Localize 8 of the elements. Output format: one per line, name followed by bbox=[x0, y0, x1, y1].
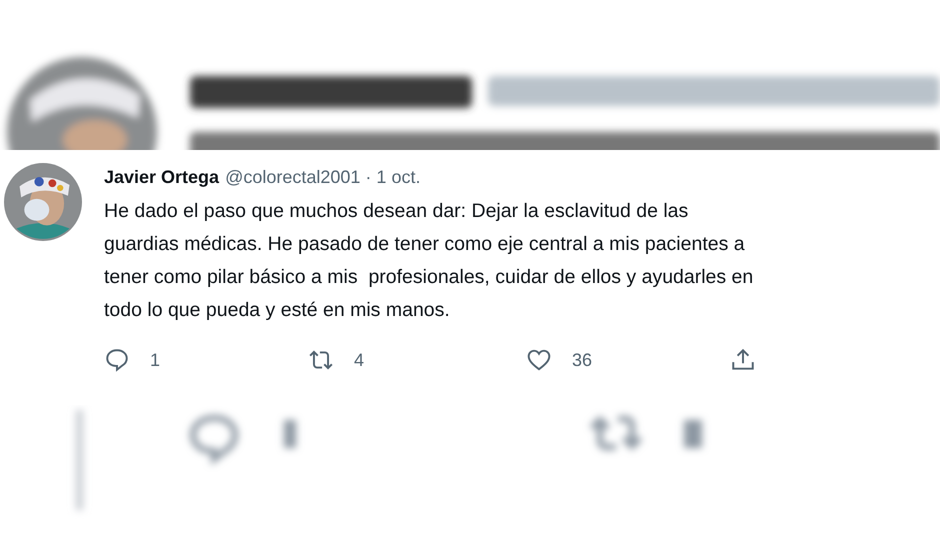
action-count: 1 bbox=[150, 350, 160, 370]
author-handle: @colorectal2001 · 1 oct. bbox=[225, 167, 420, 188]
author-name: Javier Ortega bbox=[104, 167, 220, 188]
action-count: 36 bbox=[572, 350, 592, 370]
tweet-text: He dado el paso que muchos desean dar: Dejar la esclavitud de las guardias médicas. He pasado de tener como eje central a mis pacientes a tener como pilar básico a mis profesionales, cuidar de ellos y ayudarles en todo lo que pueda y esté en mis manos. bbox=[104, 199, 754, 323]
heart-icon[interactable] bbox=[526, 347, 552, 373]
action-count: 4 bbox=[354, 350, 364, 370]
reply-icon[interactable] bbox=[104, 347, 130, 373]
